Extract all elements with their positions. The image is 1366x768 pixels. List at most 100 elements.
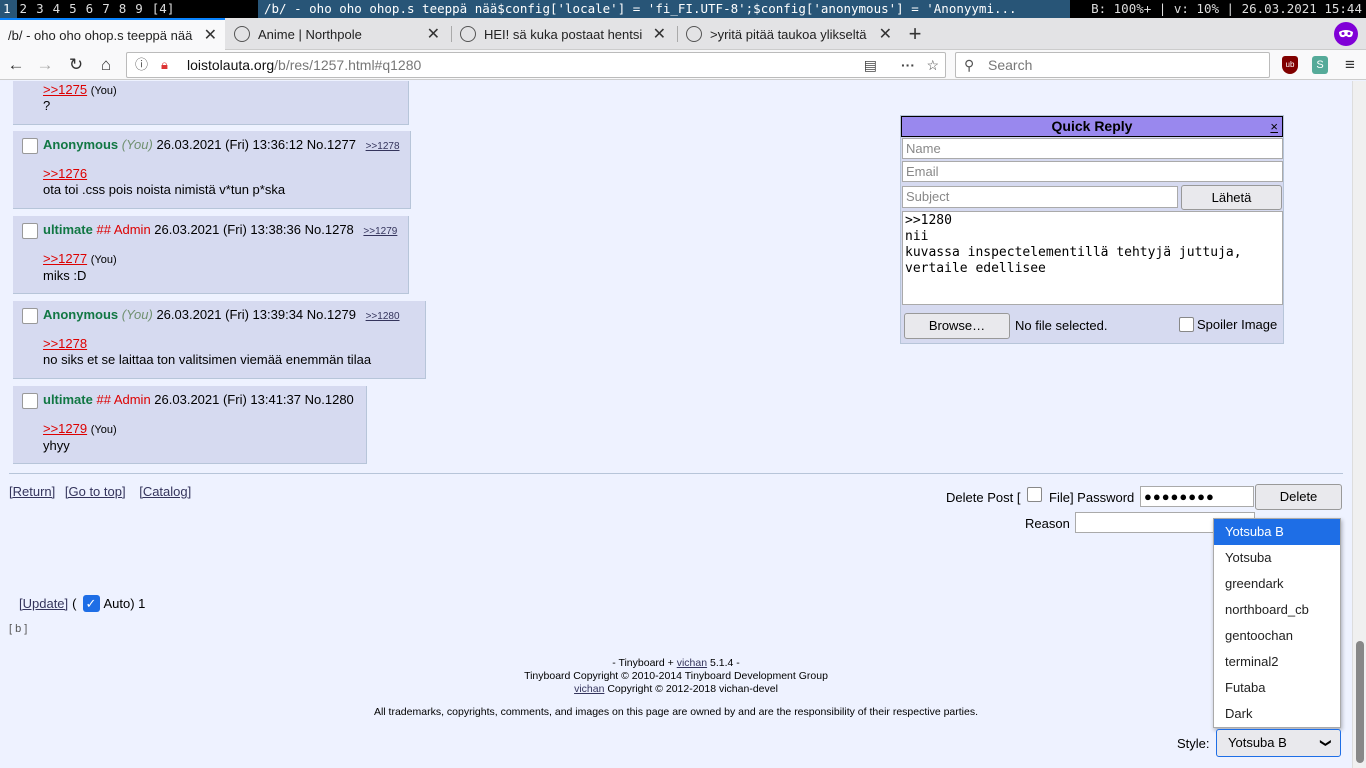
- message-textarea[interactable]: >>1280 nii kuvassa inspectelementillä te…: [902, 211, 1283, 305]
- post-number[interactable]: No.1280: [305, 392, 354, 407]
- go-to-top-link[interactable]: [Go to top]: [65, 484, 126, 499]
- globe-icon: [686, 26, 702, 42]
- quick-reply-header[interactable]: Quick Reply ×: [901, 116, 1283, 137]
- search-input[interactable]: ⚲ Search: [955, 52, 1270, 78]
- workspace-4[interactable]: 4: [50, 0, 67, 18]
- tab-tauko[interactable]: >yritä pitää taukoa ylikseltä ✕: [678, 18, 900, 50]
- browse-button[interactable]: Browse…: [904, 313, 1010, 339]
- post-date: 26.03.2021 (Fri) 13:36:12: [156, 137, 304, 152]
- post-number[interactable]: No.1278: [305, 222, 354, 237]
- footer-version: 5.1.4 -: [707, 657, 740, 669]
- workspace-9[interactable]: 9: [132, 0, 149, 18]
- close-tab-icon[interactable]: ✕: [653, 24, 666, 44]
- reader-view-icon[interactable]: ▤: [864, 53, 877, 77]
- workspace-2[interactable]: 2: [17, 0, 34, 18]
- ublock-icon[interactable]: ub: [1282, 56, 1298, 74]
- catalog-link[interactable]: [Catalog]: [139, 484, 191, 499]
- email-field[interactable]: Email: [902, 161, 1283, 182]
- style-option[interactable]: northboard_cb: [1214, 597, 1340, 623]
- post-checkbox[interactable]: [22, 223, 38, 239]
- delete-file-checkbox[interactable]: [1027, 487, 1042, 502]
- bookmark-star-icon[interactable]: ☆: [926, 53, 939, 77]
- style-option[interactable]: gentoochan: [1214, 623, 1340, 649]
- spoiler-label: Spoiler Image: [1197, 317, 1278, 332]
- reload-icon[interactable]: ↻: [65, 54, 87, 76]
- workspace-6[interactable]: 6: [83, 0, 100, 18]
- style-option[interactable]: terminal2: [1214, 649, 1340, 675]
- vichan-link[interactable]: vichan: [574, 683, 604, 695]
- info-icon[interactable]: ⓘ: [135, 53, 148, 77]
- style-select[interactable]: Yotsuba B ❯: [1216, 729, 1341, 757]
- workspace-3[interactable]: 3: [33, 0, 50, 18]
- submit-button[interactable]: Lähetä: [1181, 185, 1282, 210]
- quote-link[interactable]: >>1278: [43, 336, 87, 351]
- subject-field[interactable]: Subject: [902, 186, 1178, 208]
- vichan-link[interactable]: vichan: [677, 657, 707, 669]
- close-tab-icon[interactable]: ✕: [427, 24, 440, 44]
- wm-status-bar: 1 2 3 4 5 6 7 8 9 [4] /b/ - oho oho ohop.s teeppä…: [0, 0, 1366, 18]
- update-link[interactable]: [Update]: [19, 596, 68, 611]
- new-tab-icon[interactable]: +: [904, 21, 926, 46]
- close-tab-icon[interactable]: ✕: [204, 25, 217, 45]
- password-field[interactable]: ●●●●●●●●: [1140, 486, 1254, 507]
- board-list[interactable]: [ b ]: [9, 623, 27, 635]
- backlink[interactable]: >>1280: [366, 311, 400, 322]
- post-body: miks :D: [43, 268, 87, 283]
- quote-link[interactable]: >>1277: [43, 251, 87, 266]
- post-1278: ultimate ## Admin 26.03.2021 (Fri) 13:38…: [13, 216, 409, 294]
- tab-title: /b/ - oho oho ohop.s teeppä nää: [8, 27, 193, 43]
- tab-anime[interactable]: Anime | Northpole ✕: [226, 18, 448, 50]
- return-link[interactable]: [Return]: [9, 484, 55, 499]
- url-bar[interactable]: ⓘ 🔒︎ loistolauta.org/b/res/1257.html#q12…: [126, 52, 946, 78]
- workspace-5[interactable]: 5: [66, 0, 83, 18]
- delete-button[interactable]: Delete: [1255, 484, 1342, 510]
- capcode: ## Admin: [96, 222, 151, 237]
- back-icon[interactable]: ←: [5, 54, 27, 76]
- footer-text: - Tinyboard +: [612, 657, 677, 669]
- close-icon[interactable]: ×: [1270, 117, 1278, 136]
- divider: [9, 473, 1343, 474]
- style-option[interactable]: Dark: [1214, 701, 1340, 727]
- spoiler-checkbox[interactable]: [1179, 317, 1194, 332]
- style-option[interactable]: greendark: [1214, 571, 1340, 597]
- backlink[interactable]: >>1278: [366, 141, 400, 152]
- scrollbar[interactable]: [1352, 81, 1366, 768]
- style-option[interactable]: Yotsuba: [1214, 545, 1340, 571]
- name-field[interactable]: Name: [902, 138, 1283, 159]
- post-body: no siks et se laittaa ton valitsimen vie…: [43, 352, 372, 367]
- menu-icon[interactable]: ≡: [1339, 54, 1361, 76]
- post-number[interactable]: No.1279: [307, 307, 356, 322]
- forward-icon[interactable]: →: [34, 54, 56, 76]
- page-content: >>1275 (You) ? Anonymous (You) 26.03.202…: [0, 81, 1352, 768]
- auto-label: Auto) 1: [103, 596, 146, 611]
- quote-link[interactable]: >>1279: [43, 421, 87, 436]
- post-date: 26.03.2021 (Fri) 13:41:37: [154, 392, 302, 407]
- style-option[interactable]: Yotsuba B: [1214, 519, 1340, 545]
- post-body: yhyy: [43, 438, 70, 453]
- quote-link[interactable]: >>1275: [43, 82, 87, 97]
- post-body: ?: [43, 98, 51, 113]
- stylus-icon[interactable]: S: [1312, 56, 1328, 74]
- post-checkbox[interactable]: [22, 138, 38, 154]
- tab-hentsi[interactable]: HEI! sä kuka postaat hentsi ✕: [452, 18, 674, 50]
- backlink[interactable]: >>1279: [363, 226, 397, 237]
- style-option[interactable]: Futaba: [1214, 675, 1340, 701]
- workspace-7[interactable]: 7: [99, 0, 116, 18]
- tab-thread[interactable]: /b/ - oho oho ohop.s teeppä nää ✕: [0, 18, 225, 50]
- you-marker: (You): [90, 424, 117, 436]
- insecure-lock-icon[interactable]: 🔒︎: [161, 53, 168, 77]
- workspace-8[interactable]: 8: [116, 0, 133, 18]
- post-checkbox[interactable]: [22, 393, 38, 409]
- post-checkbox[interactable]: [22, 308, 38, 324]
- page-actions-icon[interactable]: ···: [901, 53, 915, 77]
- workspace-1[interactable]: 1: [0, 0, 17, 18]
- close-tab-icon[interactable]: ✕: [879, 24, 892, 44]
- quote-link[interactable]: >>1276: [43, 166, 87, 181]
- post-number[interactable]: No.1277: [307, 137, 356, 152]
- home-icon[interactable]: ⌂: [95, 54, 117, 76]
- auto-update-checkbox[interactable]: ✓: [82, 595, 100, 612]
- scrollbar-thumb[interactable]: [1356, 641, 1364, 763]
- reason-label: Reason: [1025, 516, 1070, 531]
- style-label: Style:: [1177, 736, 1210, 751]
- auto-paren: (: [72, 596, 77, 611]
